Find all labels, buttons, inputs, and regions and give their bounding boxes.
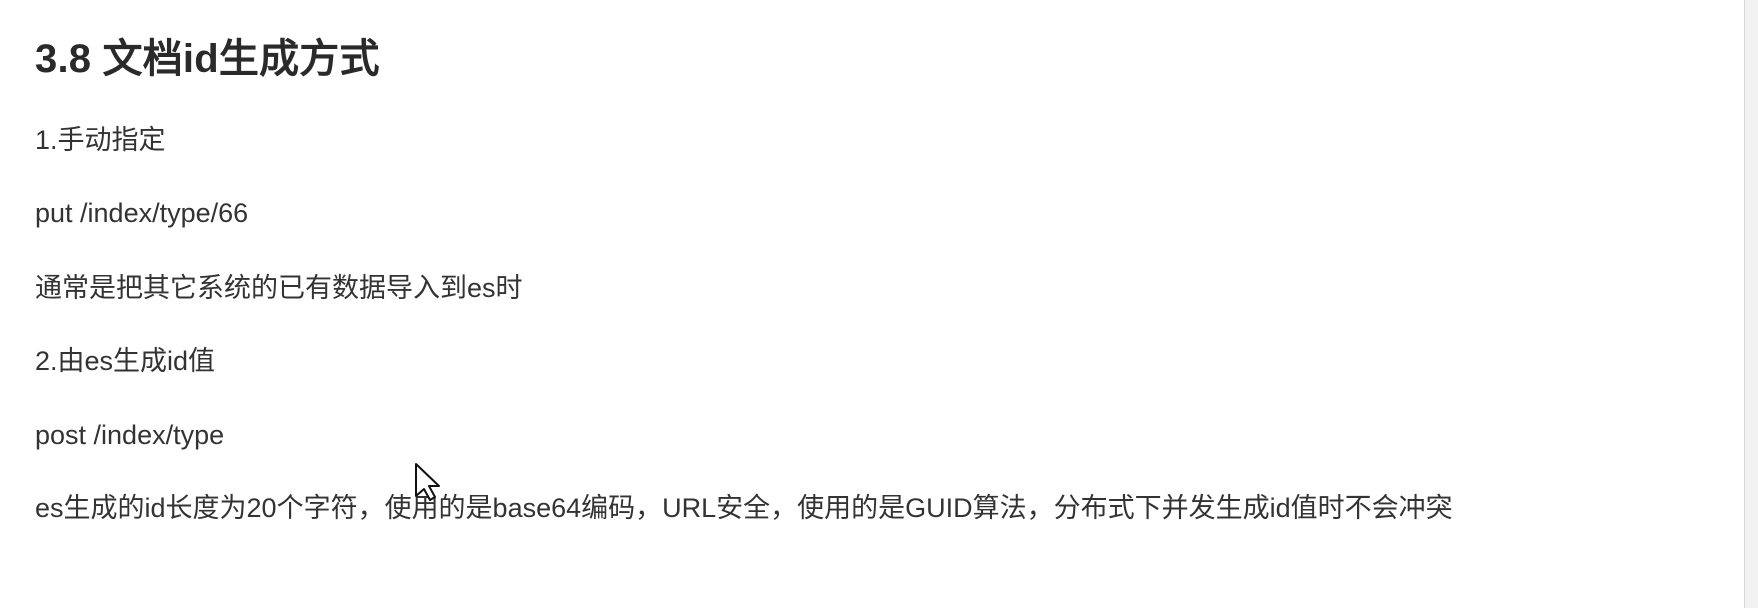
- page-right-border: [1744, 0, 1758, 608]
- paragraph-put-endpoint: put /index/type/66: [35, 198, 249, 228]
- document-content: 3.8 文档id生成方式 1.手动指定 put /index/type/66 通…: [0, 0, 1758, 608]
- paragraph-import-note: 通常是把其它系统的已有数据导入到es时: [35, 273, 523, 303]
- section-heading: 3.8 文档id生成方式: [35, 37, 380, 81]
- paragraph-es-generated: 2.由es生成id值: [35, 346, 216, 376]
- paragraph-manual-assignment: 1.手动指定: [35, 125, 166, 155]
- paragraph-post-endpoint: post /index/type: [35, 420, 225, 450]
- mouse-pointer-icon: [415, 463, 440, 501]
- paragraph-id-description: es生成的id长度为20个字符，使用的是base64编码，URL安全，使用的是G…: [35, 493, 1453, 523]
